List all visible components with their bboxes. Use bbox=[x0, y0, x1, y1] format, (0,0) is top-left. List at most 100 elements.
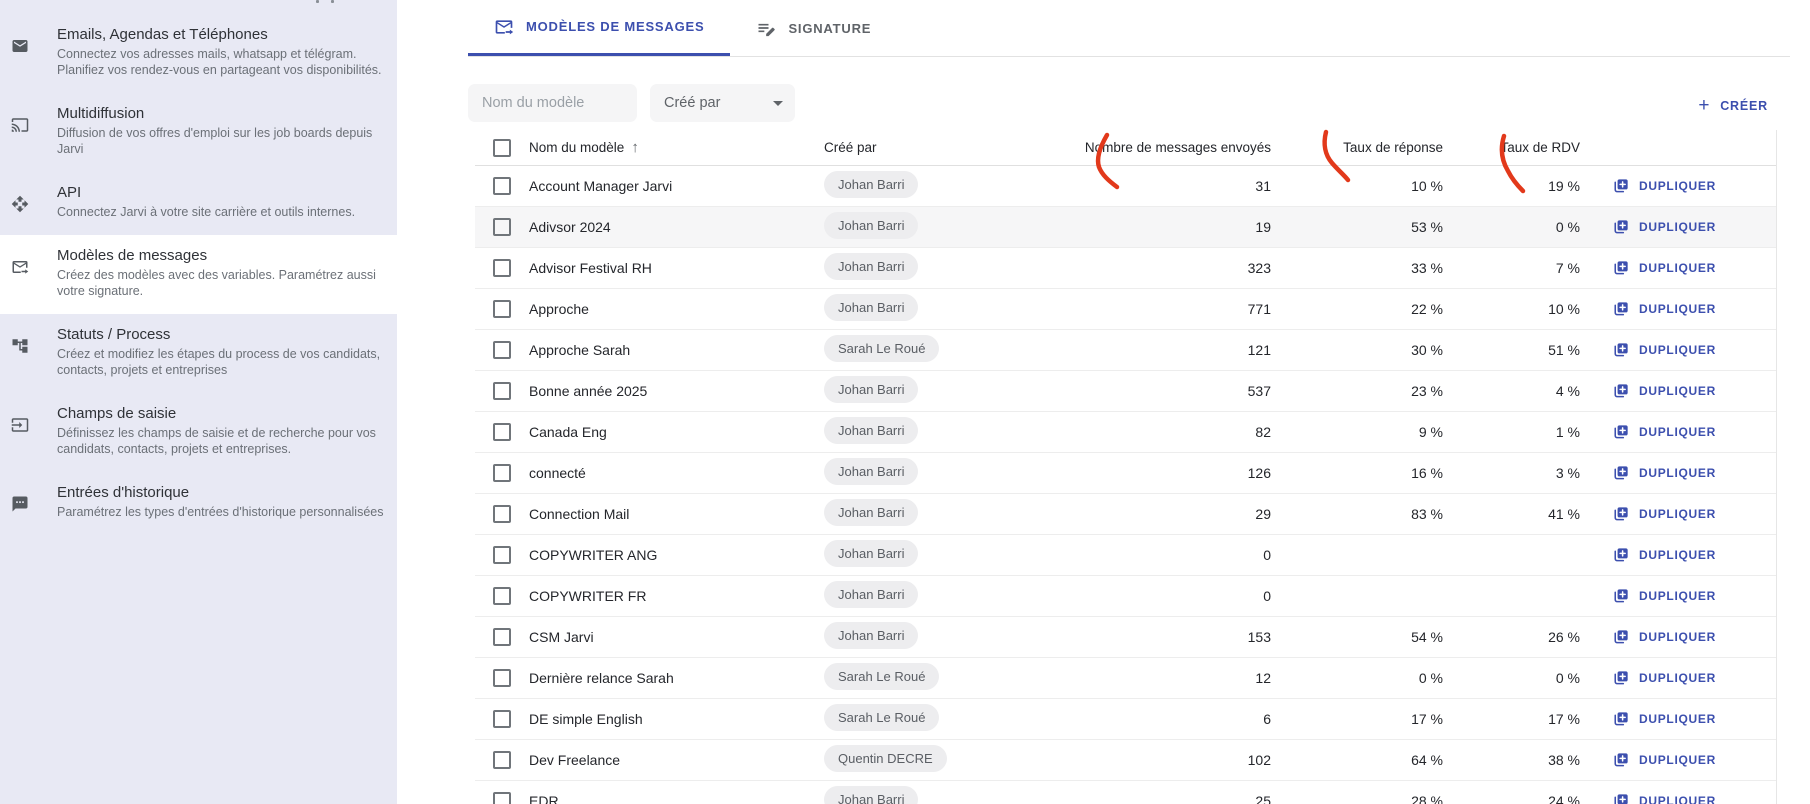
row-checkbox[interactable] bbox=[493, 710, 511, 728]
creator-chip: Johan Barri bbox=[824, 458, 918, 485]
response-rate: 22 % bbox=[1271, 301, 1443, 317]
template-name: Connection Mail bbox=[529, 506, 824, 522]
header-sent[interactable]: Nombre de messages envoyés bbox=[1004, 140, 1271, 155]
sidebar-item-champs-de-saisie[interactable]: Champs de saisie Définissez les champs d… bbox=[0, 393, 397, 472]
duplicate-button-label: DUPLIQUER bbox=[1639, 261, 1716, 275]
sent-count: 12 bbox=[1004, 670, 1271, 686]
header-rdv-rate[interactable]: Taux de RDV bbox=[1443, 140, 1580, 155]
tab-modeles-de-messages[interactable]: MODÈLES DE MESSAGES bbox=[468, 0, 730, 56]
response-rate: 28 % bbox=[1271, 793, 1443, 804]
row-checkbox[interactable] bbox=[493, 546, 511, 564]
duplicate-button-label: DUPLIQUER bbox=[1639, 179, 1716, 193]
row-checkbox[interactable] bbox=[493, 382, 511, 400]
rdv-rate: 51 % bbox=[1443, 342, 1580, 358]
rdv-rate: 1 % bbox=[1443, 424, 1580, 440]
duplicate-button-label: DUPLIQUER bbox=[1639, 507, 1716, 521]
rdv-rate: 24 % bbox=[1443, 793, 1580, 804]
row-checkbox[interactable] bbox=[493, 218, 511, 236]
sent-count: 153 bbox=[1004, 629, 1271, 645]
copy-plus-icon bbox=[1612, 464, 1630, 482]
duplicate-button[interactable]: DUPLIQUER bbox=[1612, 710, 1716, 728]
rdv-rate: 7 % bbox=[1443, 260, 1580, 276]
sidebar-item-description: Connectez vos adresses mails, whatsapp e… bbox=[57, 46, 387, 78]
sent-count: 19 bbox=[1004, 219, 1271, 235]
row-checkbox[interactable] bbox=[493, 423, 511, 441]
sidebar-item-emails-agendas-telephones[interactable]: Emails, Agendas et Téléphones Connectez … bbox=[0, 14, 397, 93]
response-rate: 10 % bbox=[1271, 178, 1443, 194]
copy-plus-icon bbox=[1612, 792, 1630, 804]
row-checkbox[interactable] bbox=[493, 177, 511, 195]
response-rate: 16 % bbox=[1271, 465, 1443, 481]
duplicate-button-label: DUPLIQUER bbox=[1639, 343, 1716, 357]
table-row: Advisor Festival RH Johan Barri 323 33 %… bbox=[475, 248, 1776, 289]
sent-count: 537 bbox=[1004, 383, 1271, 399]
duplicate-button[interactable]: DUPLIQUER bbox=[1612, 464, 1716, 482]
duplicate-button[interactable]: DUPLIQUER bbox=[1612, 628, 1716, 646]
duplicate-button[interactable]: DUPLIQUER bbox=[1612, 505, 1716, 523]
duplicate-button[interactable]: DUPLIQUER bbox=[1612, 423, 1716, 441]
created-by-filter-label: Créé par bbox=[664, 95, 720, 111]
row-checkbox[interactable] bbox=[493, 792, 511, 804]
duplicate-button[interactable]: DUPLIQUER bbox=[1612, 546, 1716, 564]
row-checkbox[interactable] bbox=[493, 669, 511, 687]
sidebar-item-multidiffusion[interactable]: Multidiffusion Diffusion de vos offres d… bbox=[0, 93, 397, 172]
creator-chip: Johan Barri bbox=[824, 622, 918, 649]
table-row: Approche Johan Barri 771 22 % 10 % DUPLI… bbox=[475, 289, 1776, 330]
settings-sidebar: Emails, Agendas et Téléphones Connectez … bbox=[0, 0, 397, 804]
flow-icon bbox=[11, 337, 29, 355]
table-header-row: Nom du modèle↑ Créé par Nombre de messag… bbox=[475, 130, 1776, 166]
duplicate-button[interactable]: DUPLIQUER bbox=[1612, 218, 1716, 236]
duplicate-button[interactable]: DUPLIQUER bbox=[1612, 751, 1716, 769]
duplicate-button-label: DUPLIQUER bbox=[1639, 589, 1716, 603]
row-checkbox[interactable] bbox=[493, 505, 511, 523]
header-response-rate[interactable]: Taux de réponse bbox=[1271, 140, 1443, 155]
table-row: Dev Freelance Quentin DECRE 102 64 % 38 … bbox=[475, 740, 1776, 781]
response-rate: 0 % bbox=[1271, 670, 1443, 686]
table-row: COPYWRITER ANG Johan Barri 0 DUPLIQUER bbox=[475, 535, 1776, 576]
duplicate-button[interactable]: DUPLIQUER bbox=[1612, 341, 1716, 359]
header-name[interactable]: Nom du modèle↑ bbox=[529, 139, 824, 156]
duplicate-button[interactable]: DUPLIQUER bbox=[1612, 177, 1716, 195]
sidebar-item-modeles-de-messages[interactable]: Modèles de messages Créez des modèles av… bbox=[0, 235, 397, 314]
created-by-filter-select[interactable]: Créé par bbox=[650, 84, 795, 122]
response-rate: 17 % bbox=[1271, 711, 1443, 727]
rdv-rate: 19 % bbox=[1443, 178, 1580, 194]
duplicate-button[interactable]: DUPLIQUER bbox=[1612, 587, 1716, 605]
header-created-by[interactable]: Créé par bbox=[824, 140, 1004, 155]
duplicate-button[interactable]: DUPLIQUER bbox=[1612, 259, 1716, 277]
sidebar-item-entrees-historique[interactable]: Entrées d'historique Paramétrez les type… bbox=[0, 472, 397, 535]
template-name-filter-input[interactable] bbox=[468, 84, 637, 122]
sidebar-item-statuts-process[interactable]: Statuts / Process Créez et modifiez les … bbox=[0, 314, 397, 393]
table-row: Bonne année 2025 Johan Barri 537 23 % 4 … bbox=[475, 371, 1776, 412]
row-checkbox[interactable] bbox=[493, 259, 511, 277]
creator-chip: Sarah Le Roué bbox=[824, 704, 939, 731]
row-checkbox[interactable] bbox=[493, 464, 511, 482]
row-checkbox[interactable] bbox=[493, 628, 511, 646]
create-button[interactable]: + CRÉER bbox=[1698, 98, 1768, 114]
row-checkbox[interactable] bbox=[493, 341, 511, 359]
duplicate-button[interactable]: DUPLIQUER bbox=[1612, 669, 1716, 687]
sidebar-item-description: Créez et modifiez les étapes du process … bbox=[57, 346, 387, 378]
duplicate-button[interactable]: DUPLIQUER bbox=[1612, 382, 1716, 400]
row-checkbox[interactable] bbox=[493, 587, 511, 605]
chevron-down-icon bbox=[773, 101, 783, 106]
sent-count: 121 bbox=[1004, 342, 1271, 358]
sidebar-item-title: Statuts / Process bbox=[57, 326, 387, 344]
row-checkbox[interactable] bbox=[493, 751, 511, 769]
tab-signature[interactable]: SIGNATURE bbox=[730, 0, 897, 56]
row-checkbox[interactable] bbox=[493, 300, 511, 318]
creator-chip: Johan Barri bbox=[824, 786, 918, 804]
sent-count: 771 bbox=[1004, 301, 1271, 317]
duplicate-button-label: DUPLIQUER bbox=[1639, 794, 1716, 804]
sidebar-item-title: Multidiffusion bbox=[57, 105, 387, 123]
duplicate-button[interactable]: DUPLIQUER bbox=[1612, 300, 1716, 318]
duplicate-button-label: DUPLIQUER bbox=[1639, 466, 1716, 480]
sidebar-item-api[interactable]: API Connectez Jarvi à votre site carrièr… bbox=[0, 172, 397, 235]
duplicate-button[interactable]: DUPLIQUER bbox=[1612, 792, 1716, 804]
select-all-checkbox[interactable] bbox=[493, 139, 511, 157]
rdv-rate: 38 % bbox=[1443, 752, 1580, 768]
duplicate-button-label: DUPLIQUER bbox=[1639, 384, 1716, 398]
sent-count: 82 bbox=[1004, 424, 1271, 440]
copy-plus-icon bbox=[1612, 587, 1630, 605]
sidebar-item-description: Paramétrez les types d'entrées d'histori… bbox=[57, 504, 387, 520]
